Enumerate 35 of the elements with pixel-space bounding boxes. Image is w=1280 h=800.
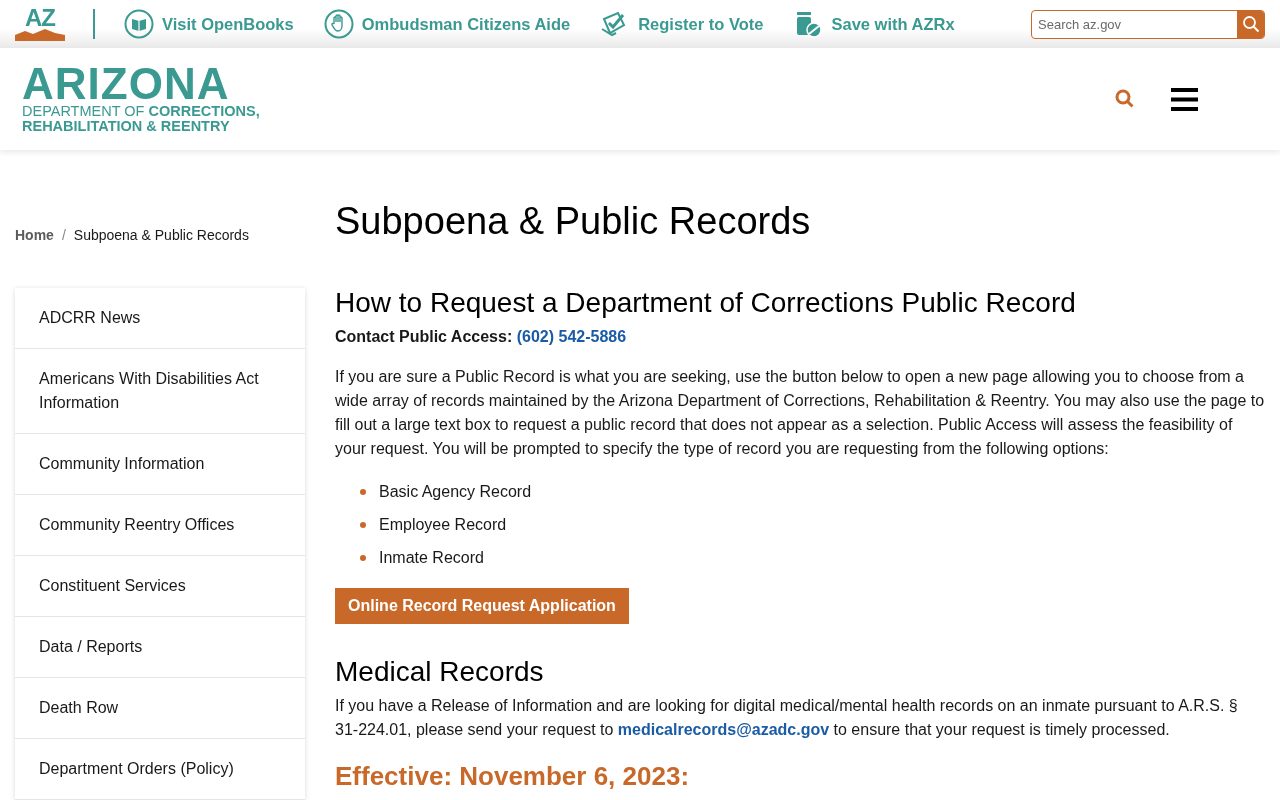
contact-line: Contact Public Access: (602) 542-5886 [335,327,628,347]
breadcrumb-link[interactable]: Home [15,227,54,243]
search-icon [1115,89,1135,109]
bullet-icon [360,521,366,528]
breadcrumb-current: Subpoena & Public Records [73,227,249,243]
list-item: Employee Record [379,515,507,534]
paragraph: If you have a Release of Information and are looking for digital medical/mental health records on an inmate pursuant to A.R.S. § 31-224.01, please send your request to medicalrecords@azadc.gov to ensure that your request is timely processed. [335,696,1239,740]
sidebar-item[interactable]: ADCRR News [15,288,305,349]
sidebar-item[interactable]: Community Reentry Offices [15,495,305,556]
phone-link[interactable]: (602) 542-5886 [516,328,627,345]
search-button[interactable] [1237,10,1264,38]
search-button[interactable] [1115,89,1135,109]
menu-button[interactable] [1171,87,1198,111]
sidebar-item[interactable]: Constituent Services [15,556,305,617]
list-item: Basic Agency Record [379,482,532,501]
list-item: Inmate Record [379,548,484,567]
sidebar-item[interactable]: Americans With Disabilities Act Information [15,349,305,434]
bullet-icon [360,554,366,561]
section-heading: Effective: November 6, 2023: [335,760,691,792]
page-title: Subpoena & Public Records [335,199,812,244]
book-icon [124,9,154,39]
menu-icon [1171,87,1198,111]
sidebar-item[interactable]: Data / Reports [15,617,305,678]
bullet-icon [360,488,366,495]
email-link[interactable]: medicalrecords@azadc.gov [617,721,830,738]
sidebar-item[interactable]: Department Orders (Policy) [15,739,305,800]
search-icon [1241,15,1260,33]
section-heading: Medical Records [335,655,545,689]
request-button[interactable]: Online Record Request Application [335,588,629,624]
sidebar-item[interactable]: Death Row [15,678,305,739]
sidebar-item[interactable]: Community Information [15,434,305,495]
paragraph: If you are sure a Public Record is what you are seeking, use the button below to open a new page allowing you to choose from a wide array of records maintained by the Arizona Department of Corrections, Rehabilitation & Reentry. You may also use the page to fill out a large text box to request a public record that does not appear as a selection. Public Access will assess the feasibility of your request. You will be prompted to specify the type of record you are requesting from the following options: [335,367,1265,459]
section-heading: How to Request a Department of Corrections Public Record [335,286,1077,320]
breadcrumb-separator: / [61,227,66,243]
hand-icon [323,9,354,39]
